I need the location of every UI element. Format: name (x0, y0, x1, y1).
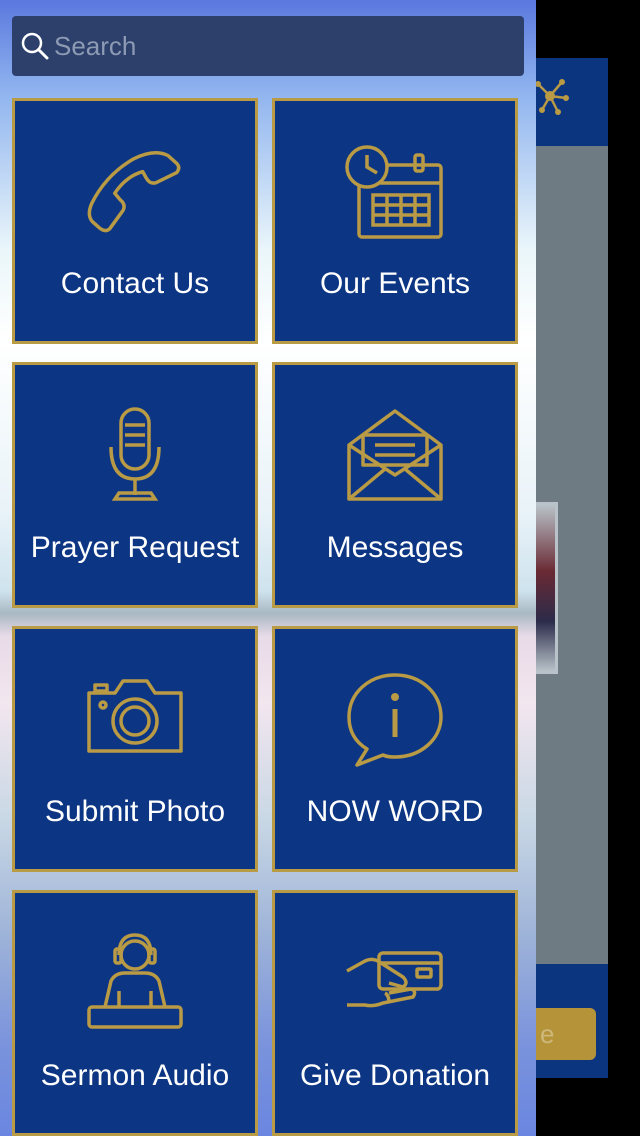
camera-icon (87, 679, 183, 753)
menu-tile-prayer-request[interactable]: Prayer Request (12, 362, 258, 608)
network-icon[interactable] (532, 74, 572, 118)
menu-tile-label: Submit Photo (44, 795, 226, 828)
menu-tile-label: Sermon Audio (40, 1059, 230, 1092)
search-input[interactable] (54, 30, 504, 62)
menu-tile-label: NOW WORD (306, 795, 484, 828)
menu-tile-submit-photo[interactable]: Submit Photo (12, 626, 258, 872)
envelope-icon (347, 409, 443, 501)
menu-tile-contact-us[interactable]: Contact Us (12, 98, 258, 344)
menu-tile-label: Our Events (319, 267, 471, 300)
menu-tile-label: Messages (326, 531, 464, 564)
side-menu: Contact Us Our Events (0, 0, 536, 1136)
search-icon (21, 32, 49, 60)
headphones-person-icon (87, 933, 183, 1029)
menu-tile-our-events[interactable]: Our Events (272, 98, 518, 344)
microphone-icon (109, 407, 161, 501)
menu-tile-label: Prayer Request (30, 531, 240, 564)
phone-icon (87, 151, 181, 233)
menu-tile-messages[interactable]: Messages (272, 362, 518, 608)
menu-tile-sermon-audio[interactable]: Sermon Audio (12, 890, 258, 1136)
menu-tile-now-word[interactable]: NOW WORD (272, 626, 518, 872)
menu-tile-give-donation[interactable]: Give Donation (272, 890, 518, 1136)
menu-tile-label: Give Donation (299, 1059, 491, 1092)
background-action-button[interactable]: e (536, 1008, 596, 1060)
info-bubble-icon (347, 673, 443, 767)
menu-tile-label: Contact Us (60, 267, 210, 300)
search-bar[interactable] (12, 16, 524, 76)
calendar-clock-icon (345, 145, 443, 239)
background-photo (536, 502, 558, 674)
hand-card-icon (346, 951, 443, 1008)
